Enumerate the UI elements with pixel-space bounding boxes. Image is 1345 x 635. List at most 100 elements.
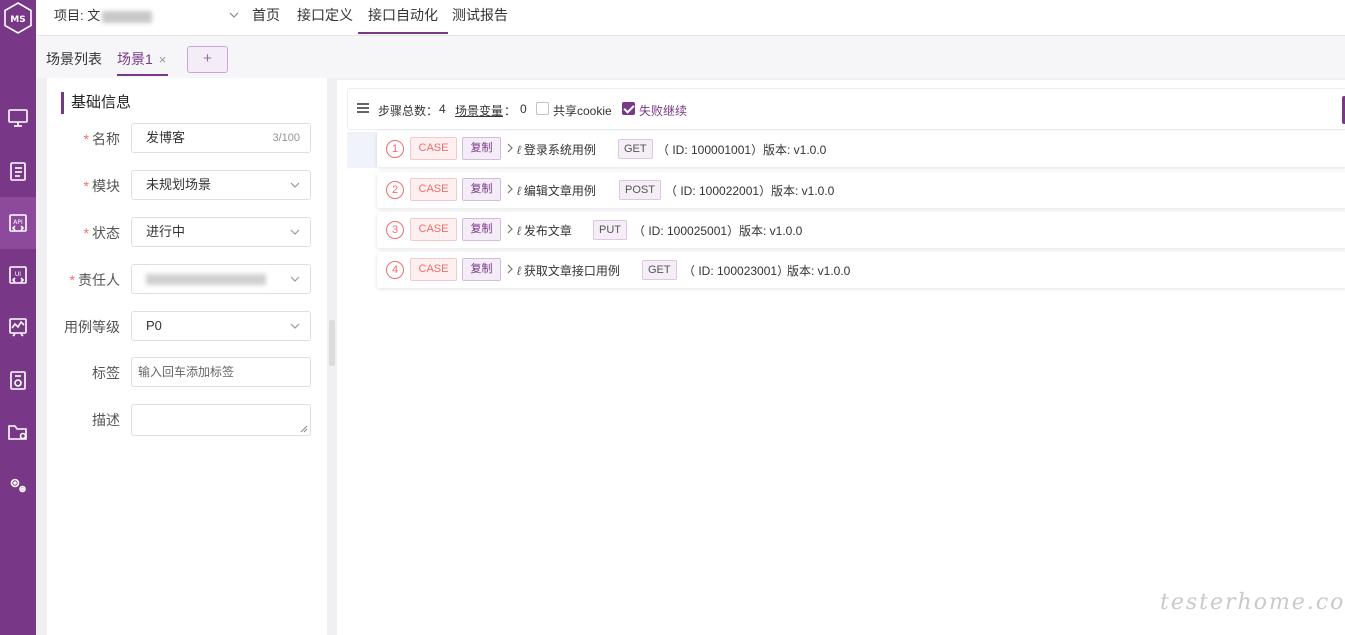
svg-text:API: API: [13, 219, 23, 226]
fail-continue-checkbox[interactable]: [622, 102, 635, 115]
status-label: * 状态: [83, 225, 120, 241]
project-selector[interactable]: 项目: 文: [54, 0, 239, 34]
owner-label: * 责任人: [69, 272, 120, 288]
settings-icon: [10, 478, 26, 493]
share-cookie-checkbox[interactable]: [536, 102, 549, 115]
step-id: （ ID: 100023001）: [683, 264, 790, 278]
performance-icon: [9, 318, 27, 337]
nav-api[interactable]: API: [0, 197, 36, 249]
step-row[interactable]: 1 CASE 复制 ℓ 登录系统用例 GET （ ID: 100001001） 版…: [377, 131, 1345, 167]
nav-settings[interactable]: [0, 459, 36, 511]
scene-tab-1[interactable]: 场景1 ×: [117, 44, 169, 76]
owner-value-blurred: [146, 274, 266, 286]
owner-row: * 责任人: [47, 264, 327, 296]
step-version: 版本: v1.0.0: [771, 184, 835, 198]
step-number: 4: [386, 261, 404, 279]
tags-input[interactable]: 输入回车添加标签: [131, 357, 311, 387]
left-rail: MS API UI: [0, 0, 36, 635]
status-row: * 状态 进行中: [47, 217, 327, 249]
level-label: 用例等级: [64, 319, 120, 335]
project-name-blurred: [102, 10, 153, 23]
desc-textarea[interactable]: [131, 404, 311, 436]
italic-mark-icon: ℓ: [517, 224, 521, 238]
tab-api-automation[interactable]: 接口自动化: [358, 0, 448, 34]
chevron-right-icon[interactable]: [505, 224, 515, 234]
splitter-handle[interactable]: [329, 320, 335, 366]
nav-report[interactable]: [0, 354, 36, 406]
add-tab-button[interactable]: +: [187, 46, 228, 73]
ms-logo-icon[interactable]: MS: [3, 2, 33, 34]
resize-grip-icon[interactable]: [300, 425, 308, 433]
level-value: P0: [146, 318, 162, 333]
name-row: * 名称 发博客 3/100: [47, 123, 327, 155]
step-row[interactable]: 3 CASE 复制 ℓ 发布文章 PUT （ ID: 100025001） 版本:…: [377, 212, 1345, 248]
scene-vars-link[interactable]: 场景变量: [455, 102, 503, 119]
step-number: 2: [386, 181, 404, 199]
step-id: （ ID: 100025001）: [633, 224, 740, 238]
section-title: 基础信息: [61, 92, 131, 114]
chevron-down-icon: [290, 276, 300, 282]
module-row: * 模块 未规划场景: [47, 170, 327, 202]
method-badge: GET: [642, 260, 677, 280]
copy-tag[interactable]: 复制: [462, 137, 501, 160]
copy-tag[interactable]: 复制: [462, 218, 501, 241]
chevron-right-icon[interactable]: [505, 143, 515, 153]
step-id: （ ID: 100001001）: [657, 143, 764, 157]
owner-select[interactable]: [131, 264, 311, 294]
tab-api-definition[interactable]: 接口定义: [297, 0, 353, 34]
tags-label: 标签: [92, 365, 120, 381]
level-row: 用例等级 P0: [47, 311, 327, 343]
name-char-count: 3/100: [272, 132, 300, 144]
case-tag: CASE: [410, 137, 457, 160]
scene-tab-label: 场景1: [117, 51, 153, 67]
step-total-value: 4: [439, 102, 446, 116]
api-icon: API: [9, 214, 27, 232]
close-icon[interactable]: ×: [159, 52, 167, 67]
scene-list-tab[interactable]: 场景列表: [46, 49, 102, 69]
chevron-down-icon: [229, 12, 239, 18]
nav-ui[interactable]: UI: [0, 249, 36, 301]
level-select[interactable]: P0: [131, 311, 311, 341]
name-input[interactable]: 发博客 3/100: [131, 123, 311, 153]
chevron-down-icon: [290, 229, 300, 235]
top-bar: 项目: 文 首页 接口定义 接口自动化 测试报告: [36, 0, 1345, 36]
status-select[interactable]: 进行中: [131, 217, 311, 247]
scene-vars-sep: ：: [504, 104, 517, 118]
project-label: 项目: 文: [54, 8, 101, 23]
chevron-right-icon[interactable]: [505, 184, 515, 194]
step-toolbar: 步骤总数： 4 场景变量 ： 0 共享cookie 失败继续: [347, 88, 1345, 130]
tab-test-report[interactable]: 测试报告: [452, 0, 508, 34]
row-highlight: [347, 132, 377, 168]
tab-home[interactable]: 首页: [252, 0, 280, 34]
method-badge: POST: [619, 180, 661, 200]
italic-mark-icon: ℓ: [517, 143, 521, 157]
nav-project[interactable]: [0, 406, 36, 458]
menu-icon[interactable]: [357, 102, 369, 114]
ui-icon: UI: [9, 266, 27, 284]
fail-continue-label[interactable]: 失败继续: [639, 102, 687, 119]
nav-performance[interactable]: [0, 301, 36, 353]
watermark: testerhome.com: [1160, 590, 1345, 615]
scene-tab-bar: 场景列表 场景1 × +: [36, 36, 1345, 78]
step-row[interactable]: 4 CASE 复制 ℓ 获取文章接口用例 GET （ ID: 100023001）…: [377, 252, 1345, 288]
chevron-right-icon[interactable]: [505, 264, 515, 274]
italic-mark-icon: ℓ: [517, 264, 521, 278]
step-row[interactable]: 2 CASE 复制 ℓ 编辑文章用例 POST （ ID: 100022001） …: [377, 172, 1345, 208]
copy-tag[interactable]: 复制: [462, 258, 501, 281]
step-id: （ ID: 100022001）: [665, 184, 772, 198]
nav-workstation[interactable]: [0, 92, 36, 144]
chevron-down-icon: [290, 323, 300, 329]
status-value: 进行中: [146, 224, 186, 239]
copy-tag[interactable]: 复制: [462, 178, 501, 201]
module-label: * 模块: [83, 178, 120, 194]
step-version: 版本: v1.0.0: [763, 143, 827, 157]
nav-track[interactable]: [0, 145, 36, 197]
method-badge: GET: [618, 139, 653, 159]
module-select[interactable]: 未规划场景: [131, 170, 311, 200]
desc-label: 描述: [92, 412, 120, 428]
share-cookie-label[interactable]: 共享cookie: [553, 102, 612, 119]
step-version: 版本: v1.0.0: [739, 224, 803, 238]
folder-icon: [8, 425, 27, 440]
panel-splitter[interactable]: [327, 78, 337, 635]
case-tag: CASE: [410, 178, 457, 201]
